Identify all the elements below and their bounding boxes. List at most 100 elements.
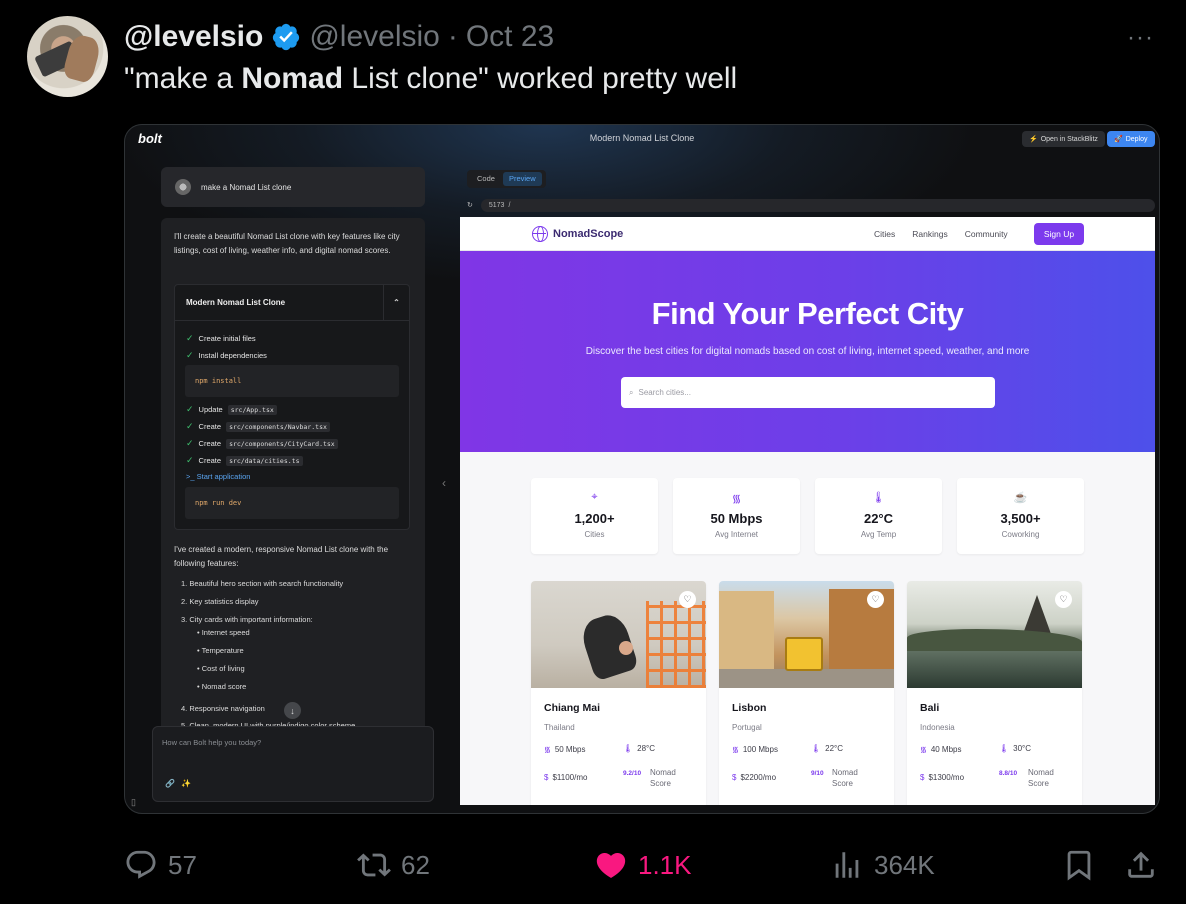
deploy-button[interactable]: 🚀 Deploy [1107,131,1155,147]
tab-code[interactable]: Code [471,172,501,186]
hero-subtitle: Discover the best cities for digital nom… [585,346,1030,357]
nav-rankings[interactable]: Rankings [912,229,947,239]
author-handle[interactable]: @levelsio [309,20,440,54]
sidebar-toggle-icon[interactable]: ▯ [131,797,136,808]
user-prompt: make a Nomad List clone [161,167,425,207]
bookmark-icon [1067,850,1091,881]
wifi-icon: ᯾ [732,745,739,754]
city-name: Chiang Mai [544,702,601,714]
attach-icon[interactable]: 🔗✨ [165,779,197,788]
tweet-header: @levelsio @levelsio · Oct 23 [124,18,554,56]
step-item: ✓ Create src/data/cities.ts [186,455,303,466]
score-label-1: Nomad [650,768,676,777]
share-button[interactable] [1124,848,1158,882]
city-cost: $ $1100/mo [544,773,587,782]
feature-item: 1. Beautiful hero section with search fu… [181,579,344,588]
city-cost: $ $2200/mo [732,773,776,782]
repost-icon [357,853,391,877]
file-path[interactable]: src/App.tsx [227,404,277,415]
city-internet: ᯾ 100 Mbps [732,744,778,755]
score-value: 9/10 [811,770,824,777]
photo-shape [785,637,823,671]
nav-cities[interactable]: Cities [874,229,895,239]
signup-button[interactable]: Sign Up [1034,223,1084,245]
check-icon: ✓ [186,455,194,465]
artifact-title: Modern Nomad List Clone [186,298,286,307]
cost-value: $1300/mo [928,773,965,782]
file-path[interactable]: src/components/CityCard.tsx [226,438,338,449]
check-icon: ✓ [186,333,194,343]
more-options-icon[interactable]: ··· [1127,24,1154,52]
author-avatar[interactable] [27,16,108,97]
separator-dot: · [447,20,458,53]
preview-url-bar: ↻ 5173/ [467,198,1155,212]
repost-count: 62 [401,849,430,880]
nav-community[interactable]: Community [965,229,1008,239]
city-internet: ᯾ 50 Mbps [544,744,586,755]
heart-icon[interactable]: ♡ [679,591,696,608]
city-name: Lisbon [732,702,767,714]
photo-shape [619,641,633,655]
bolt-topbar: bolt Modern Nomad List Clone ⚡ Open in St… [125,125,1159,153]
city-card[interactable]: ♡ Chiang Mai Thailand ᯾ 50 Mbps 🌡 28°C $ $1… [531,581,706,805]
city-search-input[interactable]: ⌕ Search cities... [621,377,995,408]
chevron-left-icon[interactable]: ‹ [442,476,446,490]
file-path[interactable]: src/components/Navbar.tsx [226,421,330,432]
site-logo[interactable]: NomadScope [532,226,623,242]
search-placeholder: Search cities... [638,388,691,397]
stat-label: Avg Internet [715,530,758,539]
file-path[interactable]: src/data/cities.ts [226,455,303,466]
sub-feature-item: • Temperature [197,646,244,655]
open-stackblitz-button[interactable]: ⚡ Open in StackBlitz [1022,131,1105,147]
city-card[interactable]: ♡ Bali Indonesia ᯾ 40 Mbps 🌡 30°C $ $1300/m… [907,581,1082,805]
temp-value: 28°C [637,744,656,753]
thermometer-icon: 🌡 [871,492,886,504]
wifi-icon: ᯾ [920,745,927,754]
heart-icon[interactable]: ♡ [1055,591,1072,608]
globe-icon [532,226,548,242]
score-value: 9.2/10 [623,770,642,777]
city-cost: $ $1300/mo [920,773,964,782]
thermometer-icon: 🌡 [623,744,634,753]
wifi-icon: ᯾ [731,493,742,505]
nomad-score: 9/10 [811,767,824,779]
tweet-date[interactable]: Oct 23 [466,20,554,54]
like-count: 1.1K [638,849,692,880]
step-item: ✓ Install dependencies [186,350,267,361]
nomad-score-label: Nomad Score [1028,767,1054,789]
hero-section: Find Your Perfect City Discover the best… [460,251,1155,452]
thermometer-icon: 🌡 [811,744,822,753]
url-input[interactable]: 5173/ [480,198,1155,212]
tweet-media-image[interactable]: bolt Modern Nomad List Clone ⚡ Open in St… [124,124,1160,814]
chevron-up-icon[interactable]: ⌃ [383,285,409,320]
city-card[interactable]: ♡ Lisbon Portugal ᯾ 100 Mbps 🌡 22°C $ $2200… [719,581,894,805]
start-application-step[interactable]: >_ Start application [186,472,250,481]
author-name[interactable]: @levelsio [124,20,263,54]
scroll-down-icon[interactable]: ↓ [284,702,301,719]
like-button[interactable]: 1.1K [594,848,692,882]
site-nav-links: Cities Rankings Community [874,229,1008,239]
reply-button[interactable]: 57 [124,848,197,882]
repost-button[interactable]: 62 [357,848,430,882]
reload-icon[interactable]: ↻ [467,201,473,209]
stat-value: 1,200+ [574,511,615,526]
check-icon: ✓ [186,350,194,360]
bookmark-button[interactable] [1062,848,1096,882]
artifact-header[interactable]: Modern Nomad List Clone ⌃ [175,285,409,321]
dollar-icon: $ [920,773,925,782]
sub-feature-label: Cost of living [201,664,245,673]
step-label: Create [198,422,222,431]
assistant-intro: I'll create a beautiful Nomad List clone… [174,232,400,255]
search-icon: ⌕ [629,387,634,397]
assistant-message: I'll create a beautiful Nomad List clone… [161,218,425,738]
score-label-2: Score [1028,779,1049,788]
heart-icon[interactable]: ♡ [867,591,884,608]
tab-preview[interactable]: Preview [502,172,542,186]
url-path: / [508,201,511,209]
chat-input[interactable]: How can Bolt help you today? 🔗✨ [152,726,434,802]
deploy-label: Deploy [1125,135,1148,143]
heart-filled-icon [596,852,626,878]
photo-shape [719,591,774,671]
views-button[interactable]: 364K [830,848,935,882]
city-internet: ᯾ 40 Mbps [920,744,962,755]
